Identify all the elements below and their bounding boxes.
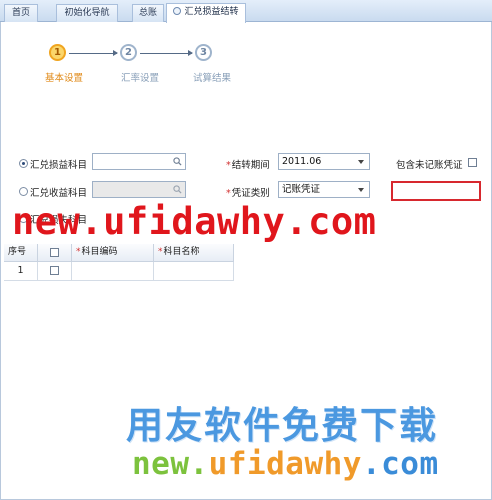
row-1-checkbox[interactable] (50, 266, 59, 275)
voucher-type-label-text: 凭证类别 (231, 188, 270, 199)
period-label: *结转期间 (226, 160, 270, 171)
income-ref-input[interactable] (92, 181, 186, 198)
step-2-circle: 2 (120, 44, 137, 61)
watermark-url-part-3: .com (361, 446, 439, 482)
grid-header-select (38, 244, 72, 262)
watermark-url-red: new.ufidawhy.com (12, 200, 377, 243)
account-ref-input[interactable] (92, 153, 186, 170)
watermark-url-colored: new.ufidawhy.com (132, 446, 439, 482)
tab-general-ledger[interactable]: 总账 (132, 4, 164, 22)
step-arrow-1 (69, 50, 118, 56)
account-radio-label: 汇兑损益科目 (30, 160, 88, 171)
highlight-box (391, 181, 481, 201)
grid-header-name: *科目名称 (154, 244, 234, 262)
tab-home[interactable]: 首页 (4, 4, 38, 22)
tab-exchange-gain-loss-transfer[interactable]: 汇兑损益结转 (166, 3, 246, 23)
select-all-checkbox[interactable] (50, 248, 59, 257)
row-1-seq: 1 (4, 262, 38, 281)
tab-general-ledger-label: 总账 (138, 8, 157, 18)
tab-exchange-gain-loss-transfer-label: 汇兑损益结转 (184, 7, 239, 17)
income-radio[interactable] (19, 187, 28, 196)
tab-page-icon (173, 7, 182, 15)
step-1-circle: 1 (49, 44, 66, 61)
step-2-label: 汇率设置 (121, 73, 160, 84)
step-arrow-2 (140, 50, 193, 56)
row-1-name-cell[interactable] (154, 262, 234, 281)
step-3-label: 试算结果 (193, 73, 232, 84)
tab-init-navigation-label: 初始化导航 (64, 8, 110, 18)
step-1-label: 基本设置 (45, 73, 84, 84)
chevron-down-icon (358, 160, 364, 164)
watermark-chinese-title: 用友软件免费下载 (126, 404, 438, 447)
row-1-select (38, 262, 72, 281)
period-value: 2011.06 (282, 156, 322, 167)
grid-header-code-text: 科目编码 (81, 247, 118, 257)
voucher-type-select[interactable]: 记账凭证 (278, 181, 370, 198)
row-1-code-cell[interactable] (72, 262, 154, 281)
income-radio-label: 汇兑收益科目 (30, 188, 88, 199)
step-3-circle: 3 (195, 44, 212, 61)
grid-header-name-text: 科目名称 (163, 247, 200, 257)
search-icon[interactable] (173, 185, 182, 194)
watermark-url-part-1: new. (132, 446, 209, 482)
account-radio[interactable] (19, 159, 28, 168)
tab-home-label: 首页 (11, 8, 30, 18)
grid-header-code: *科目编码 (72, 244, 154, 262)
tab-init-navigation[interactable]: 初始化导航 (56, 4, 118, 22)
include-unposted-checkbox[interactable] (468, 158, 477, 167)
voucher-type-value: 记账凭证 (282, 184, 321, 195)
watermark-url-part-2: ufidawhy (208, 446, 362, 482)
tab-bar: 首页 初始化导航 总账 汇兑损益结转 (0, 0, 492, 23)
chevron-down-icon (358, 188, 364, 192)
search-icon[interactable] (173, 157, 182, 166)
voucher-type-label: *凭证类别 (226, 188, 270, 199)
include-unposted-label: 包含未记账凭证 (396, 160, 463, 171)
period-select[interactable]: 2011.06 (278, 153, 370, 170)
period-label-text: 结转期间 (231, 160, 270, 171)
grid-header-seq: 序号 (4, 244, 38, 262)
